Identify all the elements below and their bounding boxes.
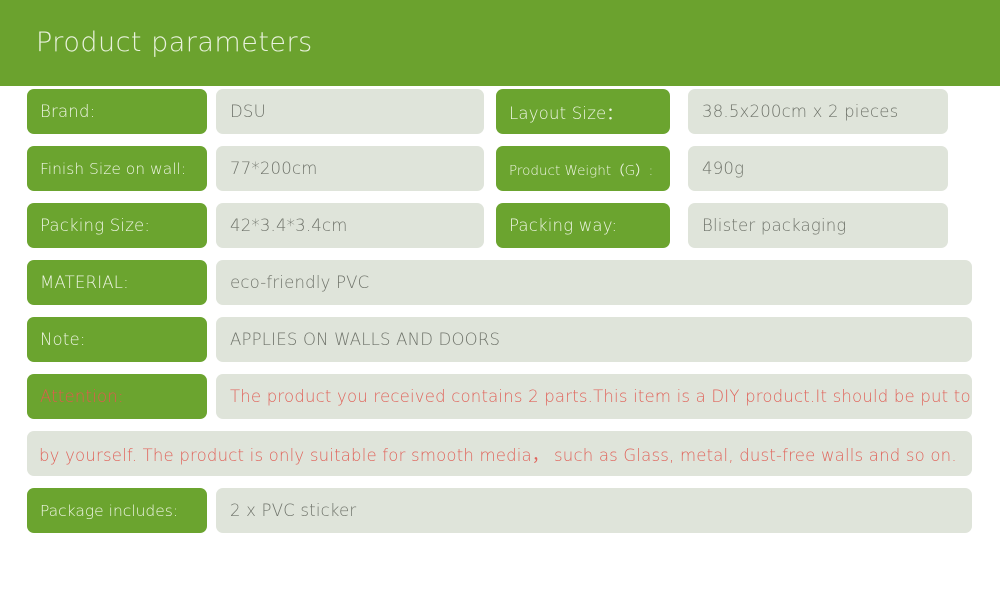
table-row: Note: APPLIES ON WALLS AND DOORS — [0, 314, 1000, 371]
param-value-package-includes: 2 x PVC sticker — [216, 488, 972, 533]
param-value-attention-line-2: by yourself. The product is only suitabl… — [27, 431, 972, 476]
table-row: Attention: The product you received cont… — [0, 371, 1000, 428]
page-header-banner: Product parameters — [0, 0, 1000, 86]
param-label-brand: Brand: — [27, 89, 207, 134]
page-title: Product parameters — [36, 27, 313, 58]
param-label-attention: Attention: — [27, 374, 207, 419]
param-label-material: MATERIAL: — [27, 260, 207, 305]
param-value-attention-line-1: The product you received contains 2 part… — [216, 374, 972, 419]
param-label-layout-size: Layout Size： — [496, 89, 670, 134]
param-value-finish-size-on-wall: 77*200cm — [216, 146, 484, 191]
table-row: MATERIAL: eco-friendly PVC — [0, 257, 1000, 314]
param-label-product-weight: Product Weight（G）: — [496, 146, 670, 191]
param-value-note: APPLIES ON WALLS AND DOORS — [216, 317, 972, 362]
table-row: Finish Size on wall: 77*200cm Product We… — [0, 143, 1000, 200]
param-value-product-weight: 490g — [688, 146, 948, 191]
param-label-packing-size: Packing Size: — [27, 203, 207, 248]
param-value-packing-way: Blister packaging — [688, 203, 948, 248]
param-label-packing-way: Packing way: — [496, 203, 670, 248]
table-row: Packing Size: 42*3.4*3.4cm Packing way: … — [0, 200, 1000, 257]
table-row: Package includes: 2 x PVC sticker — [0, 485, 1000, 542]
parameters-table: Brand: DSU Layout Size： 38.5x200cm x 2 p… — [0, 86, 1000, 542]
table-row: Brand: DSU Layout Size： 38.5x200cm x 2 p… — [0, 86, 1000, 143]
param-label-package-includes: Package includes: — [27, 488, 207, 533]
product-parameters-sheet: Product parameters Brand: DSU Layout Siz… — [0, 0, 1000, 600]
param-label-note: Note: — [27, 317, 207, 362]
param-value-brand: DSU — [216, 89, 484, 134]
param-value-material: eco-friendly PVC — [216, 260, 972, 305]
param-value-packing-size: 42*3.4*3.4cm — [216, 203, 484, 248]
param-value-layout-size: 38.5x200cm x 2 pieces — [688, 89, 948, 134]
table-row: by yourself. The product is only suitabl… — [0, 428, 1000, 485]
param-label-finish-size-on-wall: Finish Size on wall: — [27, 146, 207, 191]
